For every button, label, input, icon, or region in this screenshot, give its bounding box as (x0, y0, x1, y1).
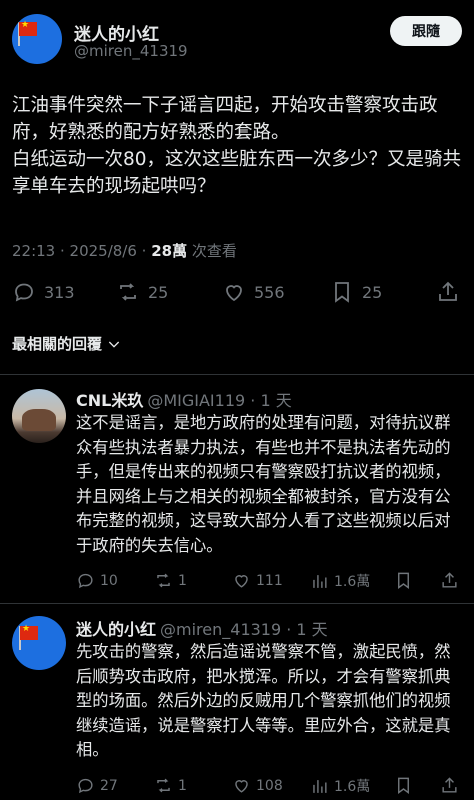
author-handle[interactable]: @miren_41319 (74, 42, 188, 60)
reply-display-name[interactable]: 迷人的小红 (76, 620, 156, 639)
like-count: 111 (256, 572, 283, 589)
bookmark-icon (398, 777, 409, 795)
heart-icon (235, 780, 248, 793)
bookmark-icon (398, 572, 409, 590)
follow-button[interactable]: 跟隨 (390, 16, 462, 46)
view-count: 1.6萬 (334, 574, 371, 590)
reply-actions: 10 1 111 1.6萬 (76, 571, 462, 593)
reply-button[interactable]: 313 (12, 280, 75, 304)
avatar[interactable] (12, 14, 62, 64)
bookmark-icon (335, 282, 349, 303)
reply-item[interactable]: CNL米玖 @MIGIAI119 · 1 天 这不是谣言，是地方政府的处理有问题，… (0, 375, 474, 603)
repost-button[interactable]: 1 (154, 571, 187, 590)
post-actions: 313 25 556 25 (12, 280, 462, 308)
chevron-down-icon (108, 341, 120, 348)
like-button[interactable]: 108 (232, 776, 283, 795)
repost-count: 1 (178, 777, 187, 794)
bookmark-button[interactable]: 25 (330, 280, 382, 304)
reply-icon (15, 283, 33, 302)
post-view-count: 28萬 (151, 242, 188, 260)
avatar[interactable] (12, 389, 66, 443)
view-count: 1.6萬 (334, 779, 371, 795)
reply-header: 迷人的小红 @miren_41319 · 1 天 (76, 616, 328, 640)
views-icon (313, 574, 327, 588)
bookmark-button[interactable] (394, 571, 413, 590)
repost-button[interactable]: 25 (116, 280, 168, 304)
flag-icon (19, 20, 37, 36)
reply-text: 先攻击的警察，然后造谣说警察不管，激起民愤，然后顺势攻击政府，把水搅浑。所以，才… (76, 642, 451, 759)
share-button[interactable] (440, 571, 459, 590)
repost-icon (157, 573, 170, 588)
repost-icon (157, 778, 170, 793)
reply-icon (78, 778, 93, 794)
replies-sort-dropdown[interactable]: 最相關的回覆 (12, 333, 122, 354)
share-icon (442, 572, 457, 588)
replies-sort-label: 最相關的回覆 (12, 335, 103, 353)
like-count: 556 (254, 282, 285, 302)
reply-count: 27 (100, 777, 118, 794)
reply-icon (78, 573, 93, 589)
views-button[interactable]: 1.6萬 (310, 776, 370, 796)
post-view-label: 次查看 (187, 242, 237, 260)
share-button[interactable] (436, 280, 460, 304)
repost-button[interactable]: 1 (154, 776, 187, 795)
reply-button[interactable]: 27 (76, 776, 118, 795)
share-icon (439, 281, 457, 301)
reply-handle[interactable]: @miren_41319 · 1 天 (160, 620, 328, 639)
post-timestamp[interactable]: 22:13 · 2025/8/6 · (12, 242, 151, 260)
reply-button[interactable]: 10 (76, 571, 118, 590)
like-count: 108 (256, 777, 283, 794)
bookmark-button[interactable] (394, 776, 413, 795)
like-button[interactable]: 556 (222, 280, 285, 304)
reply-count: 10 (100, 572, 118, 589)
reply-handle[interactable]: @MIGIAI119 · 1 天 (147, 391, 291, 410)
reply-actions: 27 1 108 1.6萬 (76, 776, 462, 798)
avatar-image (22, 409, 56, 431)
bookmark-count: 25 (362, 282, 383, 302)
reply-text: 这不是谣言，是地方政府的处理有问题，对待抗议群众有些执法者暴力执法，有些也并不是… (76, 413, 451, 555)
share-icon (442, 777, 457, 793)
post-text: 江油事件突然一下子谣言四起，开始攻击警察攻击政府，好熟悉的配方好熟悉的套路。 白… (12, 95, 462, 197)
avatar[interactable] (12, 616, 66, 670)
views-button[interactable]: 1.6萬 (310, 571, 370, 591)
views-icon (313, 779, 327, 793)
reply-count: 313 (44, 282, 75, 302)
repost-icon (120, 283, 136, 301)
like-button[interactable]: 111 (232, 571, 283, 590)
reply-header: CNL米玖 @MIGIAI119 · 1 天 (76, 387, 292, 411)
share-button[interactable] (440, 776, 459, 795)
heart-icon (235, 575, 248, 588)
post-author-row: 迷人的小红 @miren_41319 跟隨 (12, 14, 462, 64)
post-meta: 22:13 · 2025/8/6 · 28萬 次查看 (12, 240, 237, 261)
heart-icon (226, 285, 242, 302)
repost-count: 25 (148, 282, 169, 302)
reply-display-name[interactable]: CNL米玖 (76, 391, 143, 410)
repost-count: 1 (178, 572, 187, 589)
flag-icon (20, 624, 38, 640)
reply-item[interactable]: 迷人的小红@miren_41319 · 1 天 先攻击的警察，然后造谣说警察不管… (0, 604, 474, 800)
